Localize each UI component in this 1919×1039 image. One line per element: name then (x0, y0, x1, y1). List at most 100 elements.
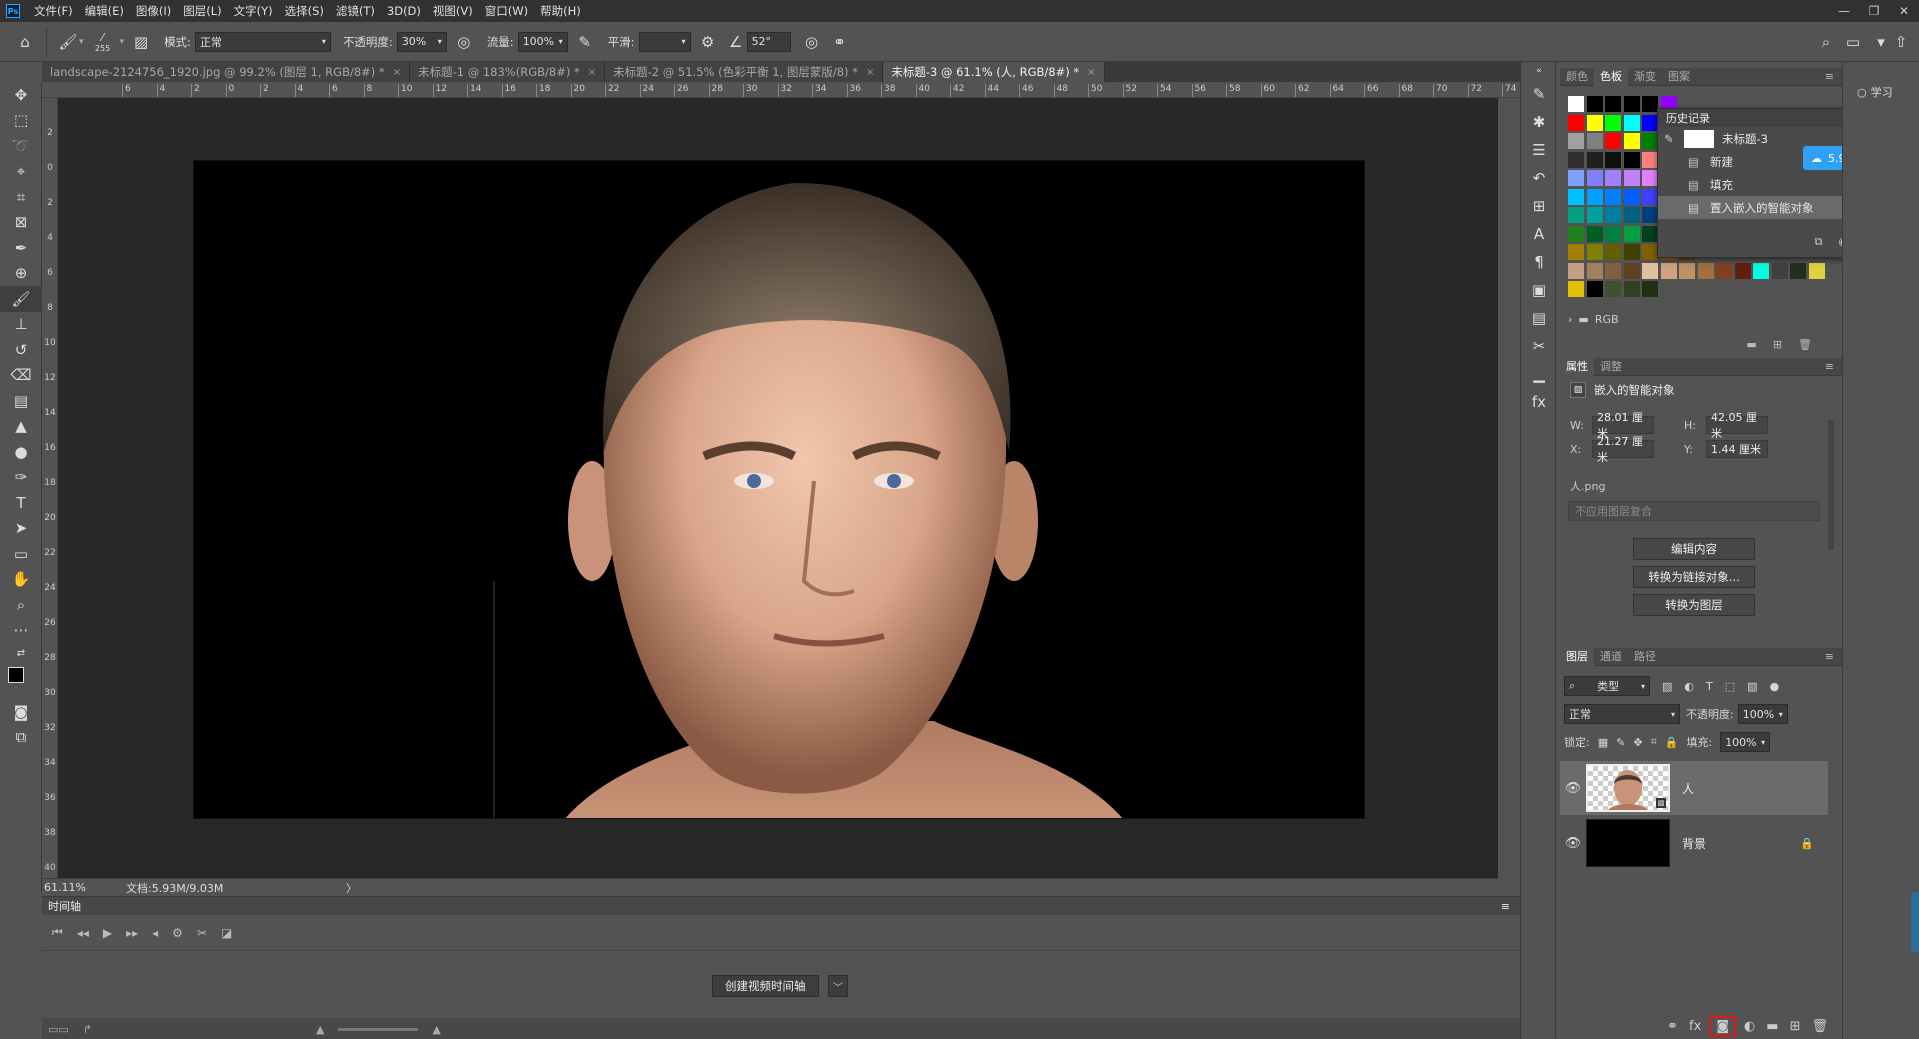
color-swatch[interactable] (1568, 225, 1584, 242)
blur-tool-icon[interactable]: ▲ (0, 414, 42, 440)
color-swatch[interactable] (1605, 114, 1621, 131)
color-swatch[interactable] (1642, 281, 1658, 297)
filter-pixel-icon[interactable]: ▨ (1662, 680, 1672, 693)
prev-frame-icon[interactable]: ◂◂ (77, 926, 89, 940)
eraser-tool-icon[interactable]: ⌫ (0, 363, 42, 389)
eye-icon[interactable]: 👁 (1560, 781, 1586, 796)
filter-toggle-icon[interactable]: ● (1770, 680, 1780, 693)
opacity-input[interactable]: 30% ▾ (396, 31, 447, 52)
chevron-down-icon[interactable]: ▾ (1870, 31, 1892, 53)
play-icon[interactable]: ▶ (103, 926, 112, 940)
workspace-icon[interactable]: ▭ (1842, 31, 1864, 53)
color-swatch[interactable] (1605, 151, 1621, 168)
side-handle[interactable] (1911, 892, 1919, 952)
color-swatch[interactable] (1586, 96, 1603, 112)
color-swatch[interactable] (1568, 133, 1584, 149)
tab-untitled-3[interactable]: 未标题-3 @ 61.1% (人, RGB/8#) * × (883, 62, 1105, 82)
filter-shape-icon[interactable]: ⬚ (1725, 680, 1735, 693)
pressure-opacity-icon[interactable]: ◎ (453, 31, 475, 53)
histogram-icon[interactable]: ▁ (1521, 360, 1557, 388)
color-swatch[interactable] (1642, 244, 1658, 260)
color-swatch[interactable] (1623, 114, 1640, 131)
tab-layers[interactable]: 图层 (1560, 647, 1594, 666)
convert-icon[interactable]: ↱ (83, 1023, 92, 1036)
color-swatch[interactable] (1586, 281, 1603, 297)
color-swatch[interactable] (1568, 281, 1584, 297)
convert-to-linked-button[interactable]: 转换为链接对象... (1633, 566, 1755, 588)
new-swatch-icon[interactable]: ⊞ (1773, 338, 1782, 351)
collapse-icon[interactable]: « (1521, 62, 1557, 80)
swap-colors-icon[interactable]: ⇄ (0, 643, 42, 663)
filter-smart-icon[interactable]: ▧ (1747, 680, 1757, 693)
layer-comps-icon[interactable]: ▣ (1521, 276, 1557, 304)
color-swatch[interactable] (1623, 96, 1640, 112)
new-group-icon[interactable]: ▬ (1766, 1019, 1778, 1034)
color-swatch[interactable] (1642, 133, 1658, 149)
panel-menu-icon[interactable]: ≡ (1825, 360, 1834, 373)
color-swatch[interactable] (1605, 225, 1621, 242)
paragraph-icon[interactable]: ¶ (1521, 248, 1557, 276)
healing-brush-tool-icon[interactable]: ⊕ (0, 261, 42, 287)
gear-icon[interactable]: ⚙ (697, 31, 719, 53)
color-swatch[interactable] (1586, 188, 1603, 205)
color-swatch[interactable] (1568, 244, 1584, 260)
tab-color[interactable]: 颜色 (1560, 68, 1594, 86)
fill-input[interactable]: 100% ▾ (1720, 732, 1771, 752)
color-swatch[interactable] (1642, 151, 1658, 168)
create-video-timeline-button[interactable]: 创建视频时间轴 (712, 975, 819, 997)
tab-adjustments[interactable]: 调整 (1594, 358, 1628, 376)
lock-all-icon[interactable]: 🔒 (1665, 736, 1679, 749)
tab-properties[interactable]: 属性 (1560, 357, 1594, 376)
color-swatch[interactable] (1605, 96, 1621, 112)
lock-pixels-icon[interactable]: ✎ (1616, 736, 1625, 749)
marquee-tool-icon[interactable]: ⬚ (0, 108, 42, 134)
menu-select[interactable]: 选择(S) (279, 0, 330, 22)
scrollbar[interactable] (1828, 420, 1834, 550)
angle-input[interactable]: 52° (746, 31, 791, 52)
tab-channels[interactable]: 通道 (1594, 648, 1628, 666)
learn-button[interactable]: ○ 学习 (1857, 84, 1893, 100)
color-swatches[interactable] (0, 663, 42, 699)
search-icon[interactable]: ⌕ (1815, 31, 1837, 53)
color-swatch[interactable] (1716, 262, 1732, 279)
restore-button[interactable]: ❐ (1859, 0, 1889, 22)
trash-icon[interactable]: 🗑 (1798, 338, 1812, 351)
height-value[interactable]: 42.05 厘米 (1706, 411, 1768, 440)
status-menu-arrow[interactable]: 〉 (346, 880, 357, 896)
more-tools-icon[interactable]: ⋯ (0, 618, 42, 644)
color-swatch[interactable] (1568, 114, 1584, 131)
preset-dropdown-icon[interactable]: ▾ (79, 37, 84, 47)
shape-tool-icon[interactable]: ▭ (0, 541, 42, 567)
minimize-button[interactable]: — (1829, 0, 1859, 22)
home-icon[interactable]: ⌂ (14, 31, 36, 53)
swatch-group-rgb[interactable]: › ▬ RGB (1568, 313, 1619, 326)
flow-input[interactable]: 100% ▾ (517, 31, 568, 52)
dodge-tool-icon[interactable]: ● (0, 439, 42, 465)
menu-layer[interactable]: 图层(L) (177, 0, 227, 22)
color-swatch[interactable] (1586, 244, 1603, 260)
brush-settings-panel-icon[interactable]: ▨ (130, 31, 152, 53)
notes-icon[interactable]: ▤ (1521, 304, 1557, 332)
zoom-slider[interactable] (338, 1027, 419, 1031)
y-value[interactable]: 1.44 厘米 (1706, 440, 1768, 458)
color-swatch[interactable] (1642, 114, 1658, 131)
lock-position-icon[interactable]: ✥ (1633, 736, 1642, 749)
symmetry-icon[interactable]: ⚭ (829, 31, 851, 53)
color-swatch[interactable] (1679, 262, 1695, 279)
clone-source-icon[interactable]: ⊞ (1521, 192, 1557, 220)
pen-tool-icon[interactable]: ✑ (0, 465, 42, 491)
layer-filter-select[interactable]: ⌕ 类型 ▾ (1564, 676, 1650, 696)
color-swatch[interactable] (1605, 170, 1621, 186)
gear-icon[interactable]: ⚙ (172, 926, 183, 940)
color-swatch[interactable] (1642, 170, 1658, 186)
close-icon[interactable]: × (866, 67, 874, 78)
quick-select-tool-icon[interactable]: ⌖ (0, 159, 42, 185)
panel-menu-icon[interactable]: ≡ (1501, 900, 1510, 913)
menu-type[interactable]: 文字(Y) (228, 0, 279, 22)
color-swatch[interactable] (1586, 207, 1603, 223)
gradient-tool-icon[interactable]: ▤ (0, 388, 42, 414)
adjustments-icon[interactable]: ☰ (1521, 136, 1557, 164)
color-swatch[interactable] (1586, 151, 1603, 168)
eyedropper-tool-icon[interactable]: ✒ (0, 235, 42, 261)
fx-icon[interactable]: fx (1689, 1019, 1701, 1034)
